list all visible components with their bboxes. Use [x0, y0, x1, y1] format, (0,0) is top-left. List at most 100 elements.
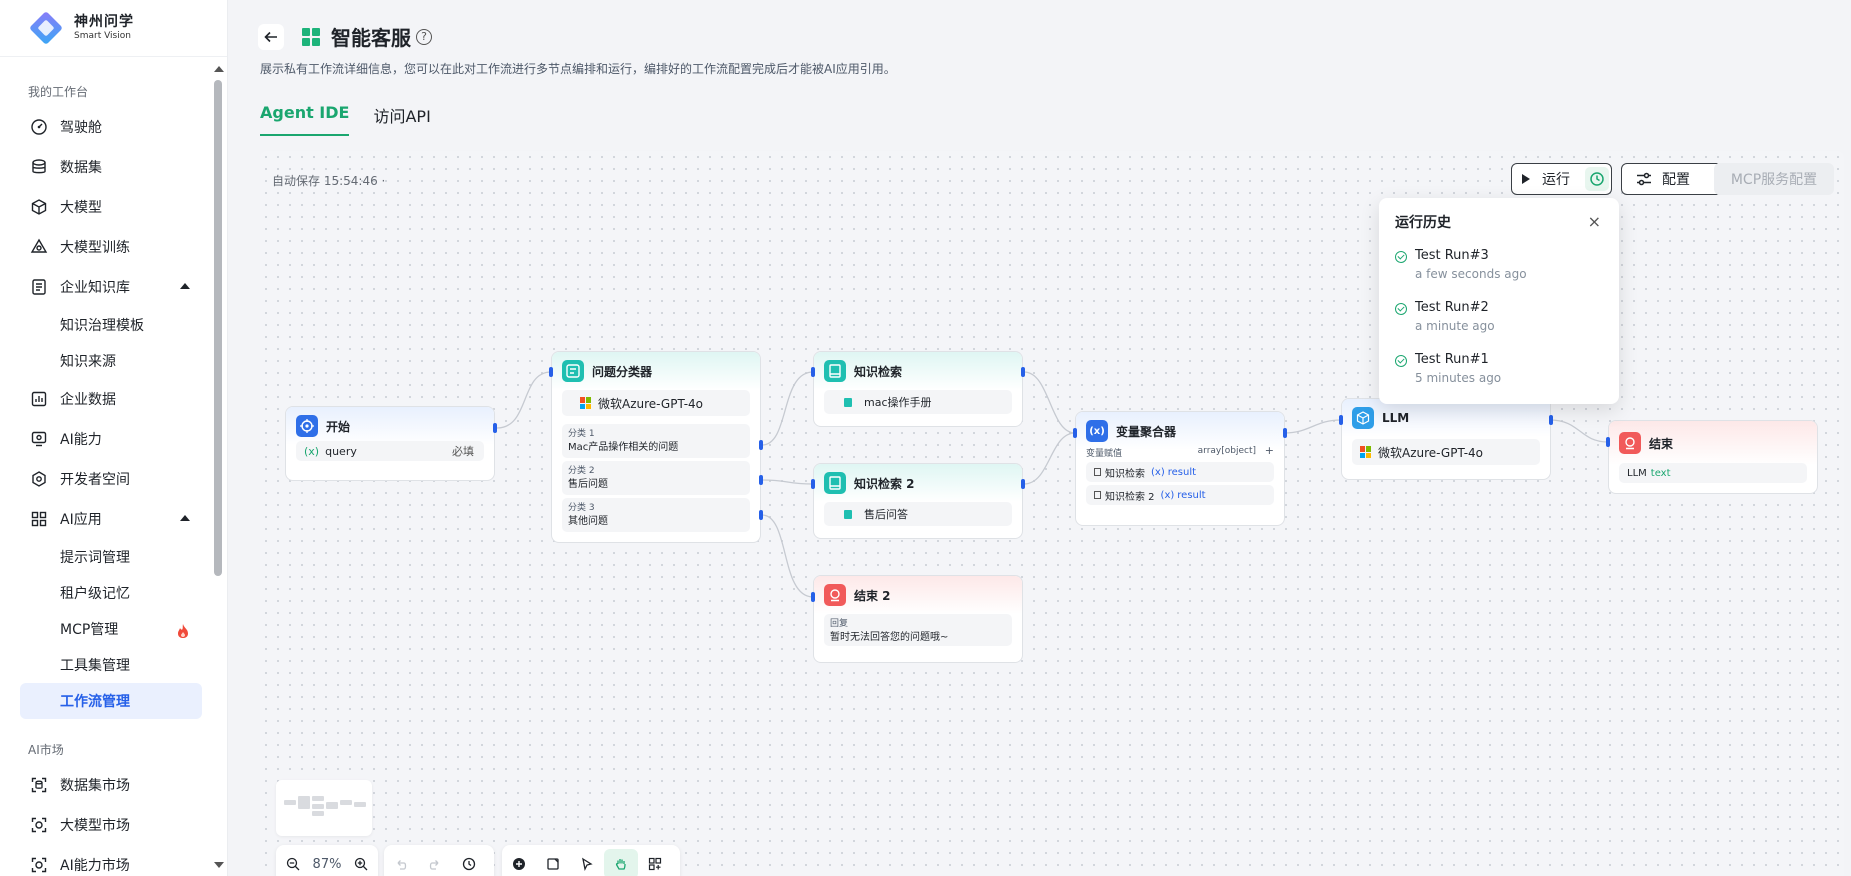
back-button[interactable] [258, 24, 284, 50]
output-port[interactable] [759, 475, 763, 485]
sidebar-item-workflow[interactable]: 工作流管理 [20, 683, 202, 719]
class-item[interactable]: 分类 3 其他问题 [562, 498, 750, 532]
sidebar-item-mcp[interactable]: MCP管理 [0, 611, 214, 647]
auto-layout-icon[interactable] [638, 849, 672, 876]
node-title: 知识检索 [854, 364, 903, 379]
sidebar-item-ai-app[interactable]: AI应用 [0, 499, 214, 539]
pointer-icon[interactable] [570, 849, 604, 876]
sidebar-item-label: AI能力市场 [60, 858, 130, 874]
run-history-icon[interactable] [1585, 167, 1609, 191]
add-note-icon[interactable] [536, 849, 570, 876]
node-variable-aggregator[interactable]: (x) 变量聚合器 变量赋值 array[object] + 知识检索 (x) … [1075, 411, 1285, 526]
tab-agent-ide[interactable]: Agent IDE [260, 103, 350, 136]
node-knowledge-retrieval-1[interactable]: 知识检索 mac操作手册 [813, 351, 1023, 427]
node-end-2[interactable]: 结束 2 回复 暂时无法回答您的问题哦~ [813, 575, 1023, 663]
sidebar-item-ability-market[interactable]: AI能力市场 [0, 845, 214, 876]
knowledge-item[interactable]: 售后问答 [824, 502, 1012, 526]
sidebar-item-label: AI能力 [60, 432, 102, 448]
sidebar-item-developer[interactable]: 开发者空间 [0, 459, 214, 499]
output-port[interactable] [493, 423, 497, 433]
run-history-item[interactable]: Test Run#3 a few seconds ago [1395, 248, 1527, 281]
add-node-icon[interactable] [502, 849, 536, 876]
node-question-classifier[interactable]: 问题分类器 微软Azure-GPT-4o 分类 1 Mac产品操作相关的问题 分类… [551, 351, 761, 543]
sidebar-item-label: 知识来源 [60, 354, 116, 370]
kb-mini-icon [1094, 468, 1101, 476]
zoom-in-icon[interactable] [344, 849, 378, 876]
zoom-out-icon[interactable] [276, 849, 310, 876]
output-port[interactable] [1021, 479, 1025, 489]
node-end[interactable]: 结束 LLM text [1608, 420, 1818, 494]
end-output-row[interactable]: LLM text [1619, 463, 1807, 483]
aggregator-row[interactable]: 知识检索 (x) result [1086, 462, 1274, 482]
aggregator-variable: result [1167, 466, 1197, 478]
config-button[interactable]: 配置 [1621, 163, 1722, 195]
sidebar-item-dataset-market[interactable]: 数据集市场 [0, 765, 214, 805]
sidebar-item-model-market[interactable]: 大模型市场 [0, 805, 214, 845]
output-port[interactable] [759, 440, 763, 450]
input-port[interactable] [1073, 428, 1077, 438]
brand-logo[interactable]: 神州问学 Smart Vision [0, 0, 227, 57]
run-history-panel: 运行历史 × Test Run#3 a few seconds ago Test… [1379, 198, 1619, 404]
config-label: 配置 [1662, 172, 1690, 188]
output-port[interactable] [1549, 415, 1553, 425]
class-item[interactable]: 分类 2 售后问题 [562, 461, 750, 495]
output-port[interactable] [1283, 428, 1287, 438]
sidebar-item-knowledge-template[interactable]: 知识治理模板 [0, 307, 214, 343]
run-history-item[interactable]: Test Run#1 5 minutes ago [1395, 352, 1501, 385]
sidebar-item-toolset[interactable]: 工具集管理 [0, 647, 214, 683]
undo-icon[interactable] [384, 849, 418, 876]
node-start[interactable]: 开始 (x) query 必填 [285, 406, 495, 481]
sidebar-scrollbar[interactable] [214, 80, 222, 576]
input-port[interactable] [549, 367, 553, 377]
scroll-down-icon[interactable] [214, 862, 224, 868]
version-history-icon[interactable] [452, 849, 486, 876]
help-icon[interactable]: ? [416, 29, 432, 45]
start-variable-row[interactable]: (x) query 必填 [296, 441, 484, 461]
aggregator-variable: result [1177, 489, 1206, 501]
sidebar-item-dataset[interactable]: 数据集 [0, 147, 214, 187]
close-icon[interactable]: × [1588, 212, 1601, 231]
sidebar-item-memory[interactable]: 租户级记忆 [0, 575, 214, 611]
workflow-app-icon [302, 28, 320, 46]
knowledge-item[interactable]: mac操作手册 [824, 390, 1012, 414]
input-port[interactable] [1339, 415, 1343, 425]
output-port[interactable] [759, 510, 763, 520]
sidebar-item-ai-ability[interactable]: AI能力 [0, 419, 214, 459]
sidebar-item-knowledge[interactable]: 企业知识库 [0, 267, 214, 307]
sidebar-item-cockpit[interactable]: 驾驶舱 [0, 107, 214, 147]
collapse-icon[interactable] [180, 515, 190, 521]
input-port[interactable] [1606, 437, 1610, 447]
sidebar-item-training[interactable]: 大模型训练 [0, 227, 214, 267]
input-port[interactable] [811, 479, 815, 489]
mcp-service-config-button[interactable]: MCP服务配置 [1714, 163, 1834, 195]
sidebar-item-enterprise-data[interactable]: 企业数据 [0, 379, 214, 419]
node-knowledge-retrieval-2[interactable]: 知识检索 2 售后问答 [813, 463, 1023, 539]
node-llm[interactable]: LLM 微软Azure-GPT-4o [1341, 398, 1551, 480]
variable-icon: (x) [304, 444, 320, 458]
output-port[interactable] [1021, 367, 1025, 377]
redo-icon[interactable] [418, 849, 452, 876]
success-icon [1395, 303, 1407, 315]
hand-icon[interactable] [604, 849, 638, 876]
add-variable-button[interactable]: + [1265, 444, 1274, 457]
zoom-level[interactable]: 87% [310, 857, 344, 872]
sidebar-item-prompt[interactable]: 提示词管理 [0, 539, 214, 575]
sidebar-item-knowledge-source[interactable]: 知识来源 [0, 343, 214, 379]
sidebar-item-model[interactable]: 大模型 [0, 187, 214, 227]
class-text: 其他问题 [568, 516, 608, 527]
input-port[interactable] [811, 592, 815, 602]
minimap[interactable] [276, 780, 372, 836]
collapse-icon[interactable] [180, 283, 190, 289]
run-button[interactable]: 运行 [1511, 163, 1612, 195]
model-select[interactable]: 微软Azure-GPT-4o [1352, 439, 1540, 465]
scroll-up-icon[interactable] [214, 66, 224, 72]
class-item[interactable]: 分类 1 Mac产品操作相关的问题 [562, 424, 750, 458]
reply-content[interactable]: 回复 暂时无法回答您的问题哦~ [824, 614, 1012, 646]
tab-access-api[interactable]: 访问API [373, 103, 430, 136]
output-variable: text [1650, 467, 1671, 479]
run-history-title: 运行历史 [1395, 215, 1451, 231]
aggregator-row[interactable]: 知识检索 2 (x) result [1086, 485, 1274, 505]
model-select[interactable]: 微软Azure-GPT-4o [562, 390, 750, 416]
input-port[interactable] [811, 367, 815, 377]
run-history-item[interactable]: Test Run#2 a minute ago [1395, 300, 1495, 333]
